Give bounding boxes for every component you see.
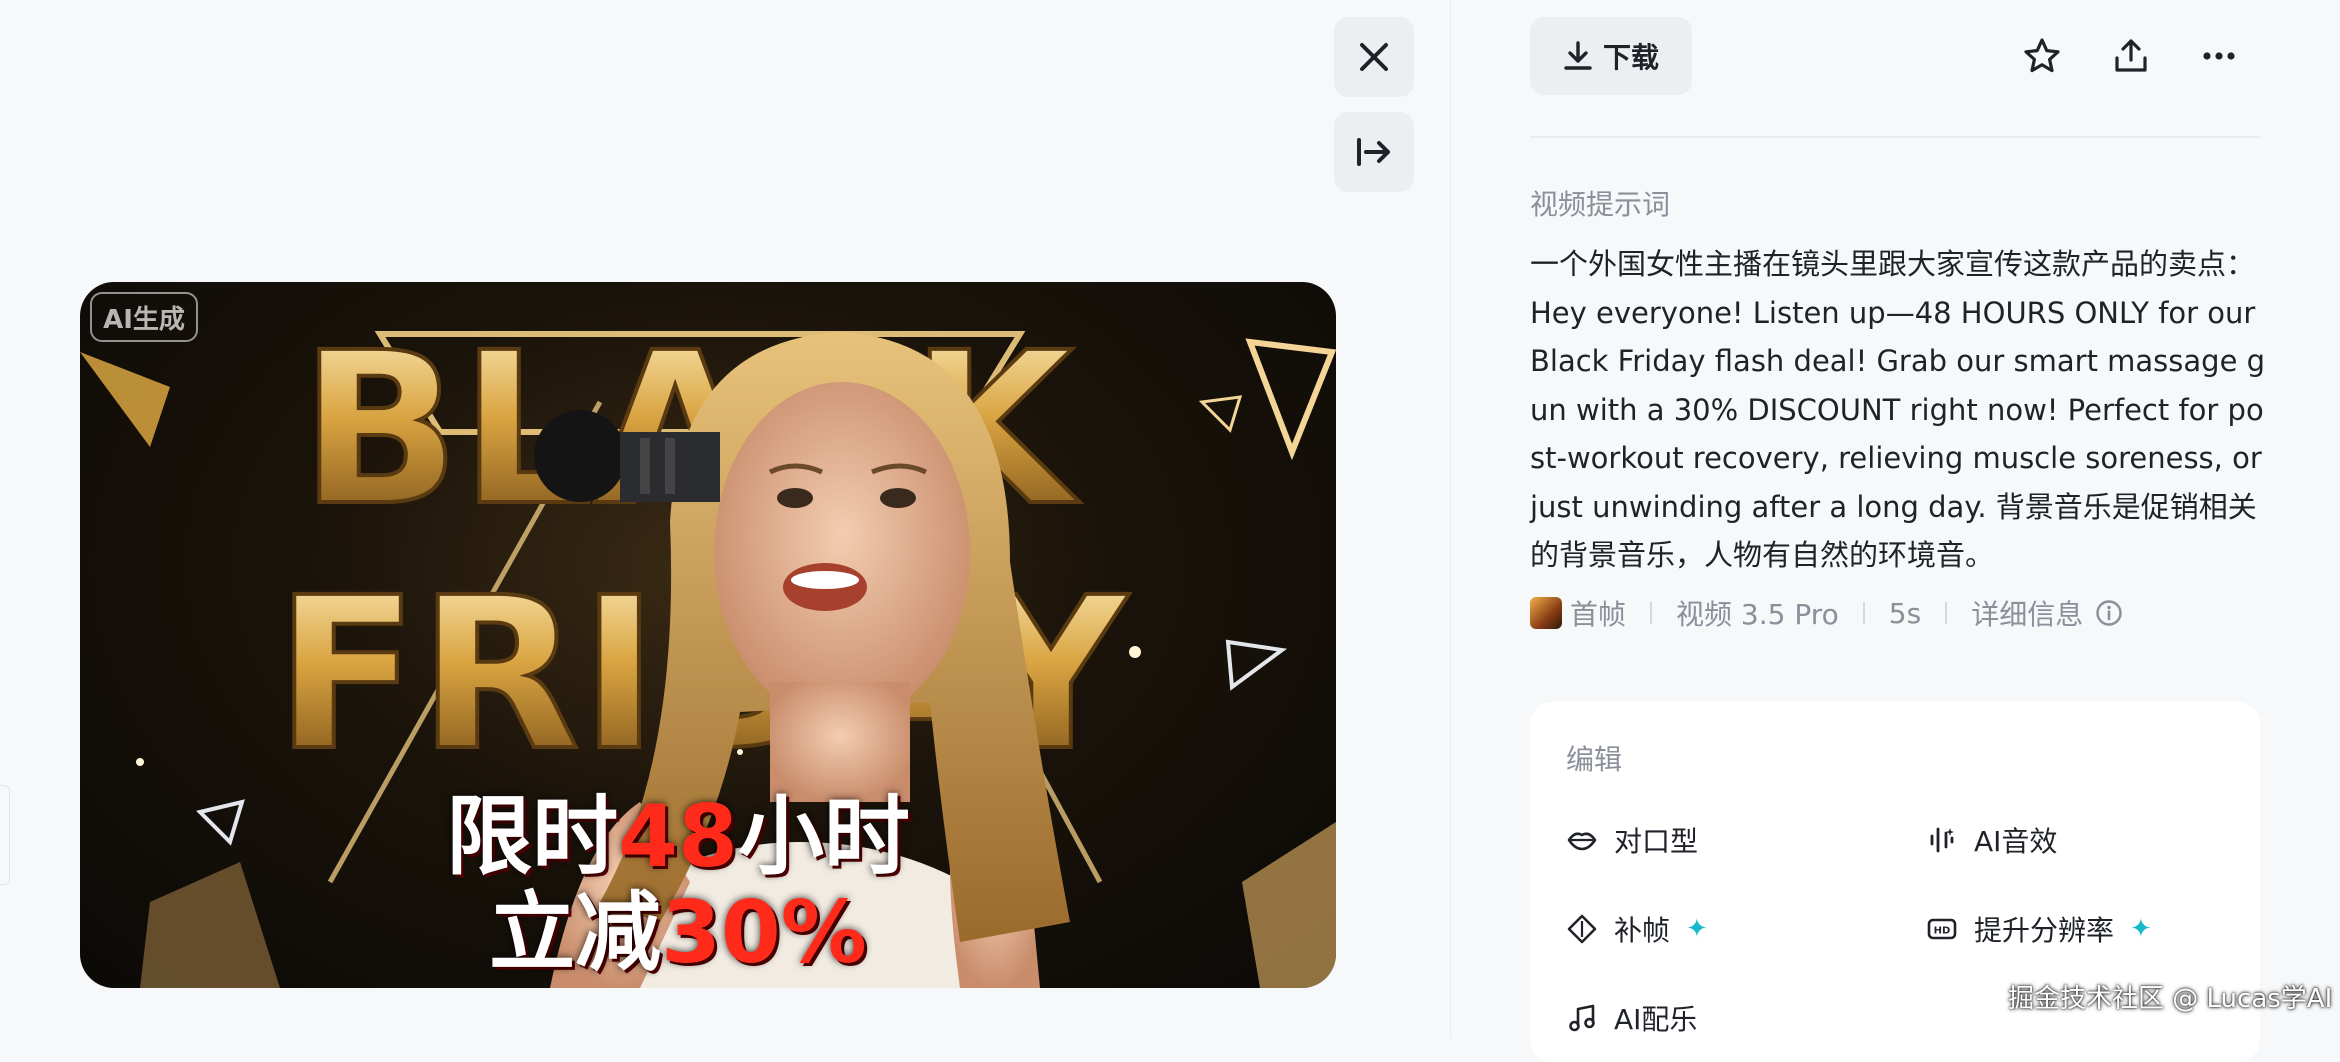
lip-sync-tool[interactable]: 对口型 <box>1566 820 1698 860</box>
more-icon <box>2203 52 2235 60</box>
model-label: 视频 3.5 Pro <box>1676 598 1839 631</box>
promo-line2-prefix: 立减 <box>489 883 662 983</box>
video-pane: BLACK FRIDAY <box>0 0 1450 1038</box>
music-note-icon <box>1569 1004 1595 1032</box>
pane-divider <box>1450 0 1451 1038</box>
prompt-text: 一个外国女性主播在镜头里跟大家宣传这款产品的卖点：Hey everyone! L… <box>1530 247 2266 572</box>
ai-sound-label: AI音效 <box>1974 825 2058 858</box>
header-divider <box>1530 136 2260 138</box>
meta-separator <box>1945 602 1948 624</box>
ai-music-tool[interactable]: AI配乐 <box>1566 998 1697 1038</box>
details-panel: 下载 视频提示词 一个外国女性主播在镜头里跟大家宣传这款产品的卖点：Hey ev… <box>1530 0 2265 1062</box>
promo-line2-highlight: 30% <box>661 883 867 983</box>
svg-text:HD: HD <box>1934 926 1951 937</box>
hd-icon: HD <box>1927 918 1957 940</box>
frame-interpolation-tool[interactable]: 补帧 ✦ <box>1566 909 1708 949</box>
sparkle-icon: ✦ <box>1686 914 1708 944</box>
ai-generated-badge: AI生成 <box>90 292 198 342</box>
promo-overlay-line2: 立减30% <box>80 862 1306 987</box>
lip-sync-label: 对口型 <box>1614 825 1699 858</box>
ai-sound-tool[interactable]: AI音效 <box>1926 820 2057 860</box>
edge-handle[interactable] <box>0 785 10 885</box>
frame-interpolation-label: 补帧 <box>1614 914 1671 947</box>
video-player[interactable]: BLACK FRIDAY <box>80 282 1336 988</box>
download-label: 下载 <box>1602 41 1659 74</box>
generation-meta: 首帧 视频 3.5 Pro 5s 详细信息 <box>1530 590 2123 636</box>
download-icon <box>1564 41 1592 70</box>
first-frame-label: 首帧 <box>1570 598 1627 631</box>
download-button[interactable]: 下载 <box>1530 17 1692 95</box>
close-button[interactable] <box>1334 17 1414 97</box>
ai-music-label: AI配乐 <box>1614 1003 1698 1036</box>
collapse-right-icon <box>1357 138 1390 166</box>
prompt-label: 视频提示词 <box>1530 188 1671 221</box>
frame-interpolation-icon <box>1567 914 1597 944</box>
close-icon <box>1360 43 1388 71</box>
share-icon <box>2115 39 2147 72</box>
duration-label: 5s <box>1888 596 1922 630</box>
upscale-tool[interactable]: HD 提升分辨率 ✦ <box>1926 909 2152 949</box>
lips-icon <box>1567 832 1597 851</box>
audio-wave-icon <box>1930 827 1954 853</box>
share-button[interactable] <box>2103 28 2159 84</box>
meta-separator <box>1650 602 1653 624</box>
details-link[interactable]: 详细信息 <box>1971 593 2083 633</box>
favorite-button[interactable] <box>2014 28 2070 84</box>
watermark: 掘金技术社区 @ Lucas学AI <box>2008 984 2333 1014</box>
upscale-label: 提升分辨率 <box>1974 914 2115 947</box>
first-frame-thumbnail[interactable] <box>1530 597 1562 629</box>
more-button[interactable] <box>2191 28 2247 84</box>
edit-title: 编辑 <box>1566 743 1623 776</box>
info-icon[interactable] <box>2095 599 2123 627</box>
sparkle-icon: ✦ <box>2130 914 2152 944</box>
collapse-panel-button[interactable] <box>1334 112 1414 192</box>
meta-separator <box>1862 602 1865 624</box>
star-icon <box>2024 38 2060 73</box>
